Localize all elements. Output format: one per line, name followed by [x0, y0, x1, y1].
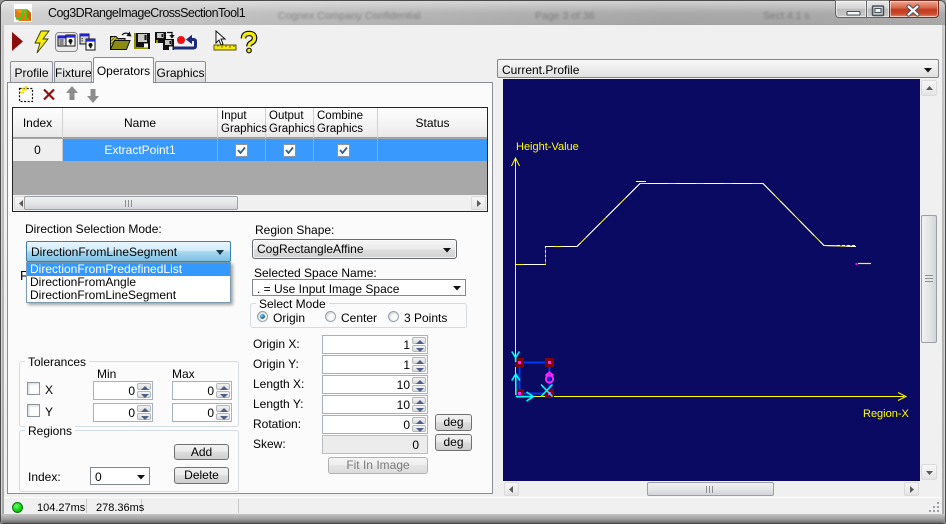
svg-text:Height-Value: Height-Value: [516, 141, 579, 153]
svg-text:Region-X: Region-X: [863, 408, 910, 420]
